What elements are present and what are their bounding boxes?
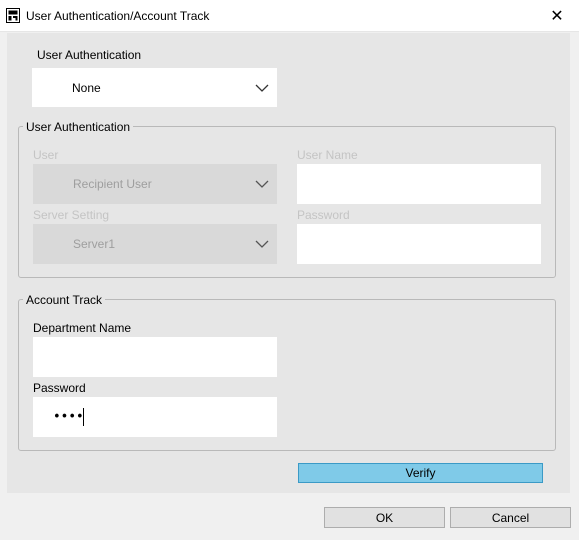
server-setting-select[interactable]: Server1 <box>33 224 277 264</box>
close-icon: ✕ <box>550 7 564 25</box>
user-auth-value: None <box>72 80 101 95</box>
user-password-label: Password <box>297 208 350 222</box>
user-auth-group-title: User Authentication <box>23 120 134 134</box>
account-password-label: Password <box>33 381 86 395</box>
account-password-input[interactable]: •••• <box>33 397 277 437</box>
server-setting-value: Server1 <box>73 237 116 251</box>
username-label: User Name <box>297 148 358 162</box>
chevron-down-icon <box>255 180 269 188</box>
department-name-label: Department Name <box>33 321 132 335</box>
title-bar: User Authentication/Account Track ✕ <box>0 0 579 32</box>
window-title: User Authentication/Account Track <box>26 9 210 23</box>
department-name-input[interactable] <box>33 337 277 377</box>
user-select-value: Recipient User <box>73 177 152 191</box>
password-mask: •••• <box>53 409 84 425</box>
user-password-input[interactable] <box>297 224 541 264</box>
close-button[interactable]: ✕ <box>535 0 579 31</box>
chevron-down-icon <box>255 240 269 248</box>
app-document-icon <box>6 8 20 23</box>
account-track-group-title: Account Track <box>23 293 106 307</box>
cancel-button[interactable]: Cancel <box>450 507 571 528</box>
user-label: User <box>33 148 59 162</box>
user-auth-select[interactable]: None <box>32 68 277 107</box>
verify-button[interactable]: Verify <box>298 463 543 483</box>
text-caret <box>83 408 84 426</box>
user-auth-label: User Authentication <box>37 48 142 62</box>
ok-button[interactable]: OK <box>324 507 445 528</box>
user-select[interactable]: Recipient User <box>33 164 277 204</box>
username-input[interactable] <box>297 164 541 204</box>
server-setting-label: Server Setting <box>33 208 110 222</box>
chevron-down-icon <box>255 84 269 92</box>
